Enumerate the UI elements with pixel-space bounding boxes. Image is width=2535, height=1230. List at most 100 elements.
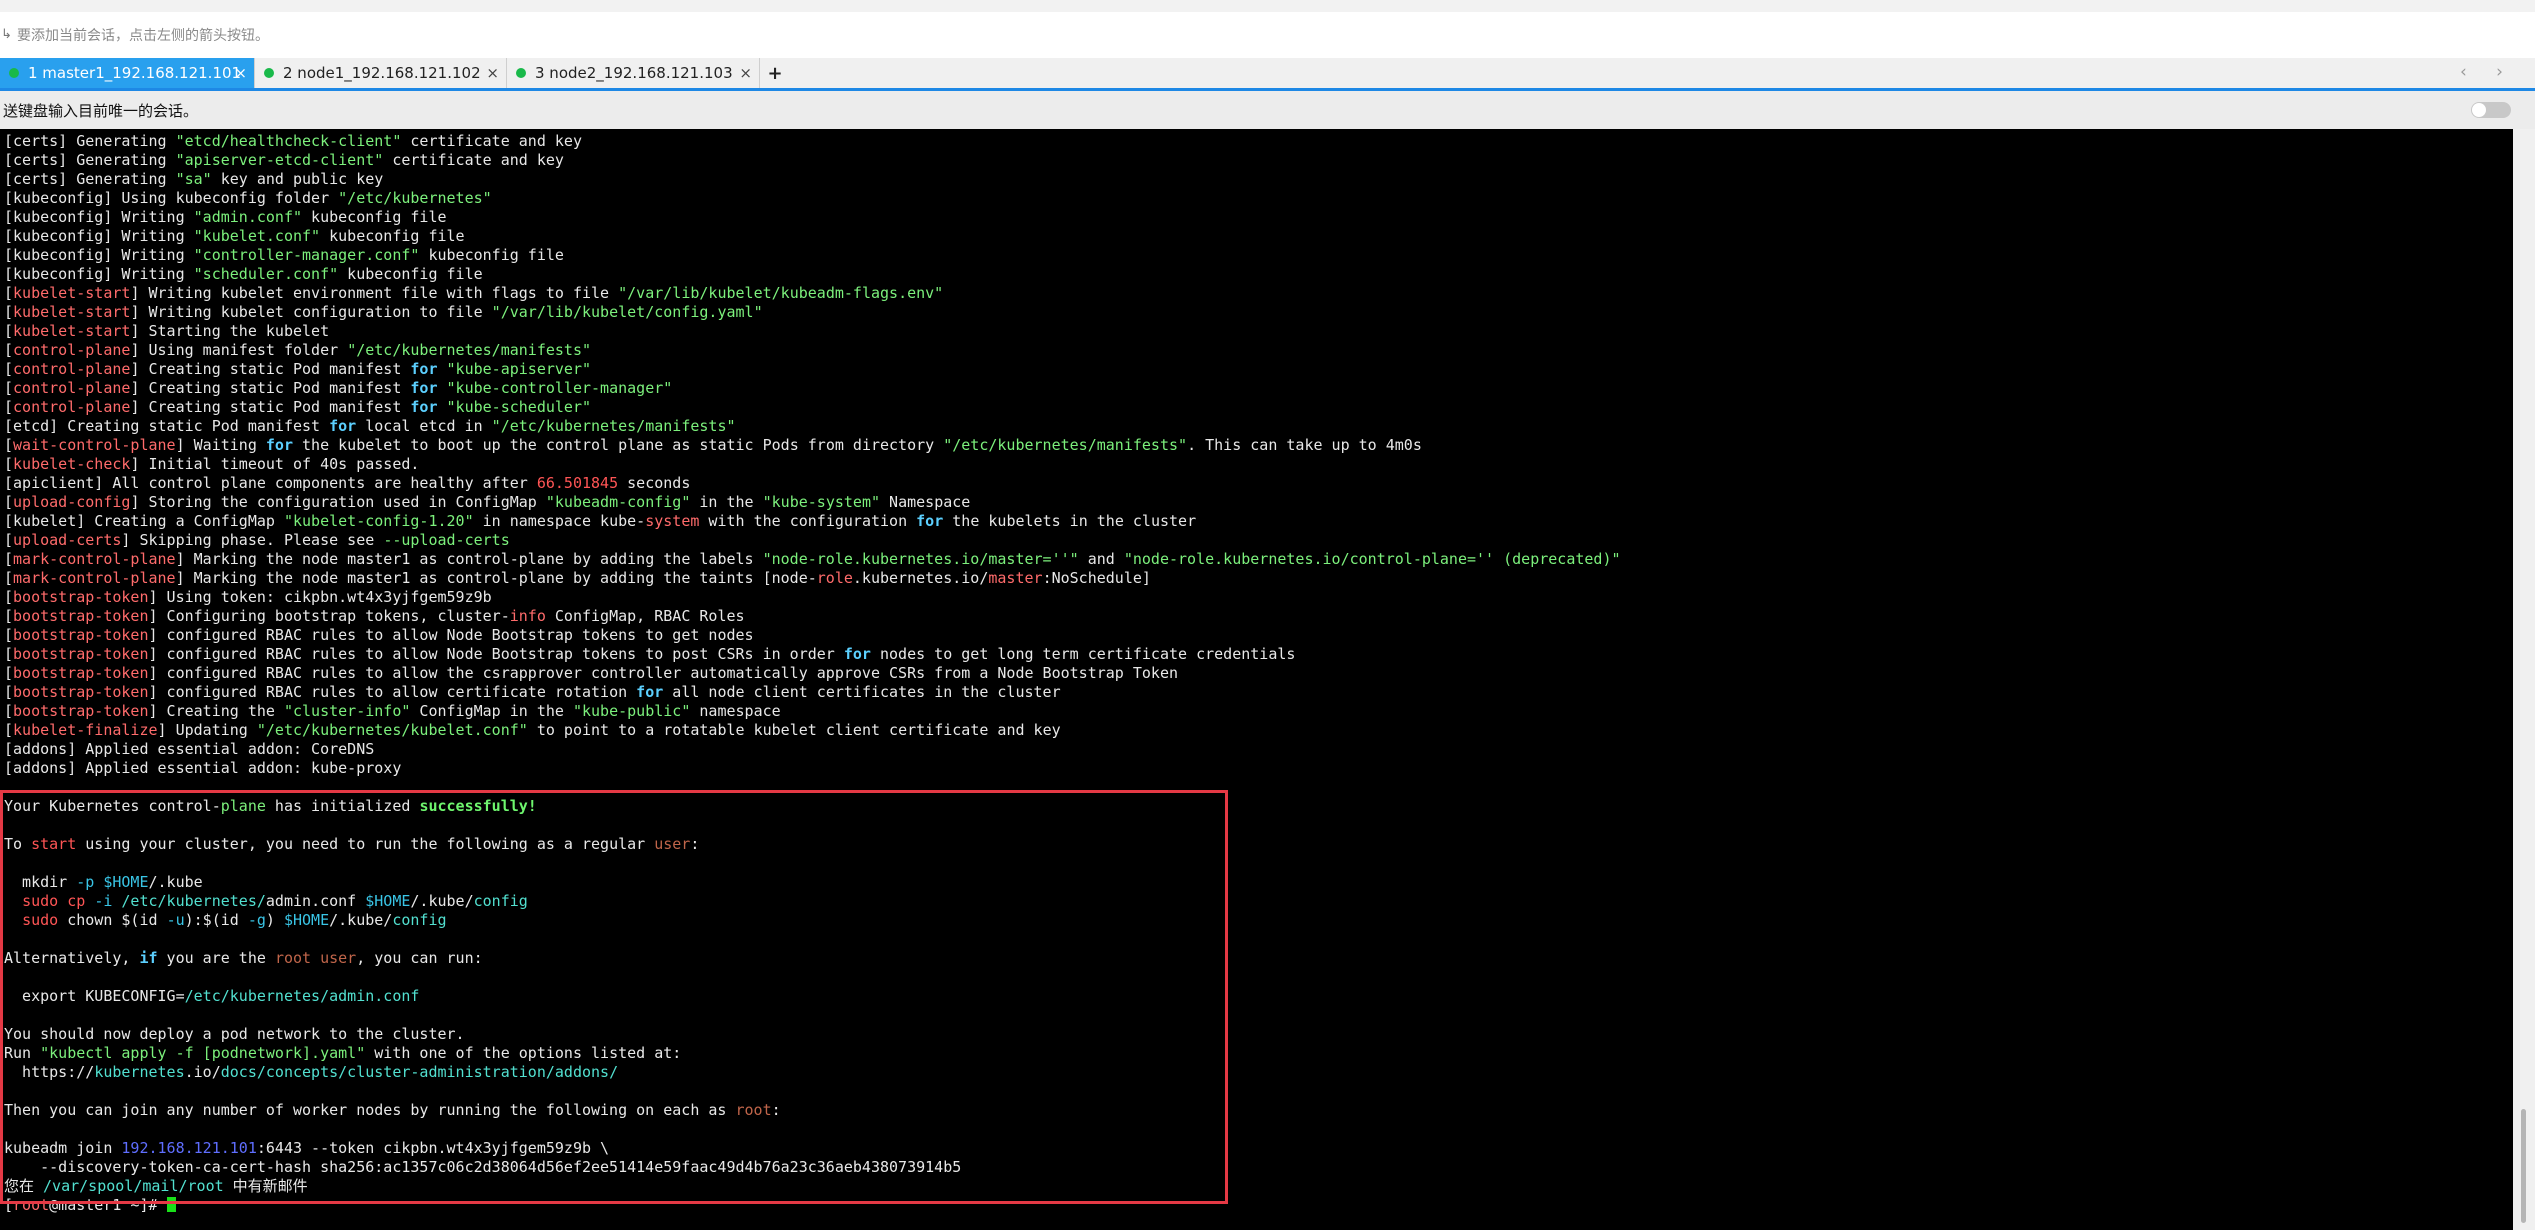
- terminal-text: . This can take up to 4m0s: [1187, 436, 1422, 454]
- terminal-text: "apiserver-etcd-client": [175, 151, 384, 169]
- terminal-text: [: [4, 379, 14, 397]
- shell-prompt[interactable]: [root@master1 ~]#: [4, 1196, 2513, 1215]
- terminal-text: [: [4, 550, 14, 568]
- add-tab-button[interactable]: +: [760, 58, 790, 88]
- terminal-text: /.kube/: [329, 911, 393, 929]
- terminal-line: [upload-config] Storing the configuratio…: [4, 493, 2513, 512]
- terminal-text: 66.501845: [536, 474, 619, 492]
- terminal-text: ] Storing the configuration used in Conf…: [130, 493, 546, 511]
- terminal-text: "etcd/healthcheck-client": [175, 132, 402, 150]
- session-hint-bar: ↳ 要添加当前会话，点击左侧的箭头按钮。: [0, 12, 2535, 58]
- terminal-text: "kubelet.conf": [193, 227, 321, 245]
- terminal-line: Run "kubectl apply -f [podnetwork].yaml"…: [4, 1044, 2513, 1063]
- terminal-text: for: [410, 398, 438, 416]
- send-input-toggle[interactable]: [2471, 102, 2511, 118]
- terminal-text: [: [4, 626, 14, 644]
- terminal-text: [kubeconfig] Writing: [4, 227, 194, 245]
- terminal-line: [kubeconfig] Using kubeconfig folder "/e…: [4, 189, 2513, 208]
- terminal-text: Namespace: [880, 493, 971, 511]
- terminal-line: [kubeconfig] Writing "admin.conf" kubeco…: [4, 208, 2513, 227]
- terminal-text: "/var/lib/kubelet/config.yaml": [491, 303, 763, 321]
- terminal-output[interactable]: [certs] Generating "etcd/healthcheck-cli…: [0, 129, 2513, 1230]
- session-add-arrow-icon[interactable]: ↳: [1, 28, 12, 42]
- connected-status-icon: [9, 68, 19, 78]
- terminal-line: [etcd] Creating static Pod manifest for …: [4, 417, 2513, 436]
- terminal-scrollbar[interactable]: [2513, 129, 2535, 1230]
- terminal-text: nodes to get long term certificate crede…: [870, 645, 1296, 663]
- kubeadm-result: Your Kubernetes control-plane has initia…: [4, 778, 2513, 1196]
- tab-label: 2 node1_192.168.121.102: [283, 64, 481, 82]
- terminal-text: "kube-public": [572, 702, 691, 720]
- terminal-text: [certs] Generating: [4, 170, 176, 188]
- terminal-text: [: [4, 341, 14, 359]
- terminal-line: [addons] Applied essential addon: kube-p…: [4, 759, 2513, 778]
- close-icon[interactable]: ×: [234, 64, 247, 82]
- terminal-text: namespace: [690, 702, 781, 720]
- terminal-text: user: [654, 835, 691, 853]
- terminal-text: [: [4, 645, 14, 663]
- terminal-text: admin: [265, 892, 312, 910]
- tab-master1[interactable]: 1 master1_192.168.121.101 ×: [0, 58, 255, 88]
- tab-scroll-arrows-icon[interactable]: ‹ ›: [2460, 62, 2515, 82]
- terminal-text: "node-role.kubernetes.io/master=''": [762, 550, 1079, 568]
- terminal-text: [: [4, 683, 14, 701]
- terminal-line: [kubelet-check] Initial timeout of 40s p…: [4, 455, 2513, 474]
- terminal-text: bootstrap-token: [13, 702, 149, 720]
- terminal-text: Then you can join any number of worker n…: [4, 1101, 736, 1119]
- terminal-text: bootstrap-token: [13, 626, 149, 644]
- terminal-text: start: [31, 835, 77, 853]
- terminal-line: [bootstrap-token] configured RBAC rules …: [4, 626, 2513, 645]
- terminal-text: system: [645, 512, 700, 530]
- terminal-text: "kube-apiserver": [446, 360, 592, 378]
- close-icon[interactable]: ×: [739, 64, 752, 82]
- terminal-text: "/etc/kubernetes/manifests": [491, 417, 736, 435]
- tab-node2[interactable]: 3 node2_192.168.121.103 ×: [507, 58, 760, 88]
- terminal-text: kubernetes: [94, 1063, 185, 1081]
- terminal-text: control-plane: [13, 341, 131, 359]
- terminal-text: "sa": [175, 170, 212, 188]
- terminal-text: sudo: [22, 911, 59, 929]
- terminal-text: -i: [94, 892, 113, 910]
- terminal-text: the kubelets in the cluster: [943, 512, 1197, 530]
- terminal-text: -g: [247, 911, 266, 929]
- toggle-knob: [2472, 103, 2486, 117]
- prompt-text: root: [13, 1196, 50, 1214]
- close-icon[interactable]: ×: [486, 64, 499, 82]
- terminal-line: [certs] Generating "sa" key and public k…: [4, 170, 2513, 189]
- terminal-text: "node-role.kubernetes.io/control-plane='…: [1123, 550, 1621, 568]
- terminal-text: ] configured RBAC rules to allow Node Bo…: [148, 626, 754, 644]
- terminal-line: [kubeconfig] Writing "kubelet.conf" kube…: [4, 227, 2513, 246]
- tab-node1[interactable]: 2 node1_192.168.121.102 ×: [255, 58, 507, 88]
- terminal-text: "controller-manager.conf": [193, 246, 420, 264]
- terminal-text: :NoSchedule]: [1042, 569, 1151, 587]
- terminal-text: [: [4, 360, 14, 378]
- terminal-text: kubelet-finalize: [13, 721, 158, 739]
- scrollbar-thumb[interactable]: [2521, 1109, 2526, 1223]
- terminal-text: [addons] Applied essential addon: kube-p…: [4, 759, 402, 777]
- terminal-text: [: [4, 303, 14, 321]
- terminal-text: you are the: [157, 949, 275, 967]
- terminal-line: [kubeconfig] Writing "controller-manager…: [4, 246, 2513, 265]
- terminal-line: [bootstrap-token] configured RBAC rules …: [4, 645, 2513, 664]
- terminal-text: successfully!: [419, 797, 537, 815]
- terminal-text: ] Updating: [157, 721, 257, 739]
- terminal-text: using your cluster, you need to run the …: [76, 835, 655, 853]
- terminal-text: [kubeconfig] Writing: [4, 246, 194, 264]
- terminal-text: for: [916, 512, 944, 530]
- terminal-text: role: [816, 569, 853, 587]
- connected-status-icon: [516, 68, 526, 78]
- terminal-text: with one of the options listed at:: [365, 1044, 682, 1062]
- terminal-text: cp: [67, 892, 86, 910]
- terminal-text: Your Kubernetes control-: [4, 797, 221, 815]
- terminal-text: "/etc/kubernetes/manifests": [943, 436, 1188, 454]
- terminal-text: [: [4, 702, 14, 720]
- terminal-text: -u: [166, 911, 185, 929]
- terminal-text: :6443 --token cikpbn.wt4x3yjfgem59z9b \: [256, 1139, 610, 1157]
- terminal-line: [kubelet-start] Writing kubelet environm…: [4, 284, 2513, 303]
- terminal-text: ):$(id: [184, 911, 248, 929]
- terminal-text: for: [329, 417, 357, 435]
- terminal-text: ] Writing kubelet environment file with …: [130, 284, 619, 302]
- terminal-text: "admin.conf": [193, 208, 303, 226]
